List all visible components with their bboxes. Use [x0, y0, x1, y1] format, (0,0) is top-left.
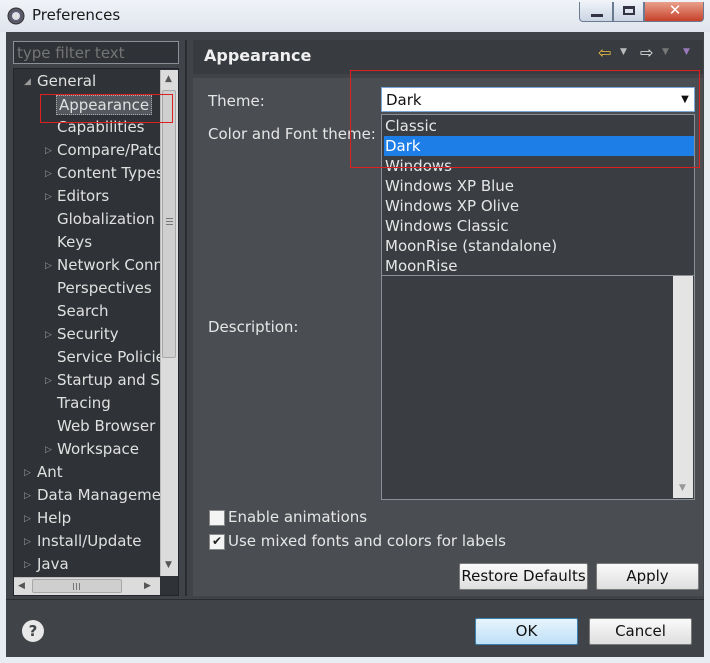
window-title: Preferences — [32, 6, 121, 24]
page-title: Appearance — [204, 46, 312, 65]
collapsed-arrow-icon[interactable]: ▷ — [45, 192, 52, 202]
tree-item-web-browser[interactable]: Web Browser — [57, 417, 155, 435]
theme-highlight-box — [350, 70, 700, 168]
tree-item-perspectives[interactable]: Perspectives — [57, 279, 152, 297]
tree-item-general[interactable]: General — [37, 72, 96, 90]
tree-horizontal-scroll-thumb[interactable] — [32, 579, 122, 593]
tree-vertical-scroll-thumb[interactable] — [162, 90, 176, 358]
ok-button[interactable]: OK — [475, 618, 578, 645]
filter-input[interactable] — [13, 41, 179, 64]
theme-option-windows-classic[interactable]: Windows Classic — [384, 216, 694, 236]
forward-menu-chevron-icon[interactable]: ▼ — [662, 47, 669, 57]
description-text-area[interactable] — [381, 276, 695, 500]
cancel-button[interactable]: Cancel — [589, 618, 692, 645]
tree-item-install-update[interactable]: Install/Update — [37, 532, 142, 550]
tree-item-data-management[interactable]: Data Managemen — [37, 486, 171, 504]
view-menu-icon[interactable]: ▼ — [683, 47, 690, 57]
back-menu-chevron-icon[interactable]: ▼ — [620, 47, 627, 57]
expanded-arrow-icon[interactable]: ◢ — [24, 77, 31, 87]
tree-item-help[interactable]: Help — [37, 509, 71, 527]
theme-option-moonrise-standalone[interactable]: MoonRise (standalone) — [384, 236, 694, 256]
footer-separator — [6, 599, 704, 600]
tree-item-editors[interactable]: Editors — [57, 187, 109, 205]
preference-tree[interactable]: ◢ General Appearance Capabilities ▷ Comp… — [13, 68, 179, 596]
maximize-button[interactable] — [613, 2, 644, 22]
mixed-fonts-checkbox[interactable]: ✔ — [209, 534, 225, 550]
tree-item-startup-and-shutdown[interactable]: Startup and Sh — [57, 371, 169, 389]
collapsed-arrow-icon[interactable]: ▷ — [24, 537, 31, 547]
scroll-right-arrow-icon[interactable]: ▶ — [144, 581, 151, 591]
collapsed-arrow-icon[interactable]: ▷ — [24, 468, 31, 478]
help-icon[interactable]: ? — [22, 620, 44, 642]
close-button[interactable]: ✕ — [644, 1, 704, 22]
minimize-button[interactable] — [579, 2, 613, 22]
enable-animations-checkbox[interactable] — [209, 510, 225, 526]
tree-item-ant[interactable]: Ant — [37, 463, 63, 481]
collapsed-arrow-icon[interactable]: ▷ — [45, 261, 52, 271]
collapsed-arrow-icon[interactable]: ▷ — [45, 146, 52, 156]
theme-label: Theme: — [208, 92, 265, 110]
tree-item-content-types[interactable]: Content Types — [57, 164, 164, 182]
scroll-down-arrow-icon[interactable]: ▼ — [165, 560, 172, 570]
restore-defaults-button[interactable]: Restore Defaults — [459, 563, 588, 590]
close-icon: ✕ — [668, 1, 682, 19]
description-vertical-scrollbar[interactable] — [673, 276, 693, 498]
enable-animations-label: Enable animations — [228, 508, 368, 526]
theme-option-windows-xp-olive[interactable]: Windows XP Olive — [384, 196, 694, 216]
mixed-fonts-label: Use mixed fonts and colors for labels — [228, 532, 506, 550]
collapsed-arrow-icon[interactable]: ▷ — [24, 514, 31, 524]
preferences-gear-icon — [7, 7, 25, 25]
tree-item-security[interactable]: Security — [57, 325, 119, 343]
checkmark-icon: ✔ — [211, 534, 223, 548]
appearance-highlight-box — [40, 94, 173, 123]
pane-splitter[interactable] — [185, 40, 187, 596]
collapsed-arrow-icon[interactable]: ▷ — [45, 376, 52, 386]
tree-item-workspace[interactable]: Workspace — [57, 440, 139, 458]
tree-item-globalization[interactable]: Globalization — [57, 210, 155, 228]
tree-item-compare-patch[interactable]: Compare/Patc — [57, 141, 162, 159]
collapsed-arrow-icon[interactable]: ▷ — [45, 330, 52, 340]
back-arrow-icon[interactable]: ⇦ — [598, 43, 611, 62]
collapsed-arrow-icon[interactable]: ▷ — [45, 169, 52, 179]
minimize-icon — [591, 14, 603, 17]
forward-arrow-icon[interactable]: ⇨ — [640, 43, 653, 62]
apply-button[interactable]: Apply — [596, 563, 699, 590]
theme-option-windows-xp-blue[interactable]: Windows XP Blue — [384, 176, 694, 196]
collapsed-arrow-icon[interactable]: ▷ — [45, 445, 52, 455]
description-label: Description: — [208, 318, 299, 336]
tree-item-network-connections[interactable]: Network Conn — [57, 256, 163, 274]
collapsed-arrow-icon[interactable]: ▷ — [24, 560, 31, 570]
scroll-up-arrow-icon[interactable]: ▲ — [165, 74, 172, 84]
tree-item-java[interactable]: Java — [37, 555, 69, 573]
tree-item-service-policies[interactable]: Service Policie — [57, 348, 165, 366]
tree-item-search[interactable]: Search — [57, 302, 109, 320]
scroll-down-arrow-icon[interactable]: ▼ — [679, 483, 686, 493]
tree-item-keys[interactable]: Keys — [57, 233, 92, 251]
scroll-left-arrow-icon[interactable]: ◀ — [18, 581, 25, 591]
theme-option-moonrise[interactable]: MoonRise — [384, 256, 694, 276]
maximize-icon — [623, 6, 635, 15]
collapsed-arrow-icon[interactable]: ▷ — [24, 491, 31, 501]
tree-item-tracing[interactable]: Tracing — [57, 394, 111, 412]
